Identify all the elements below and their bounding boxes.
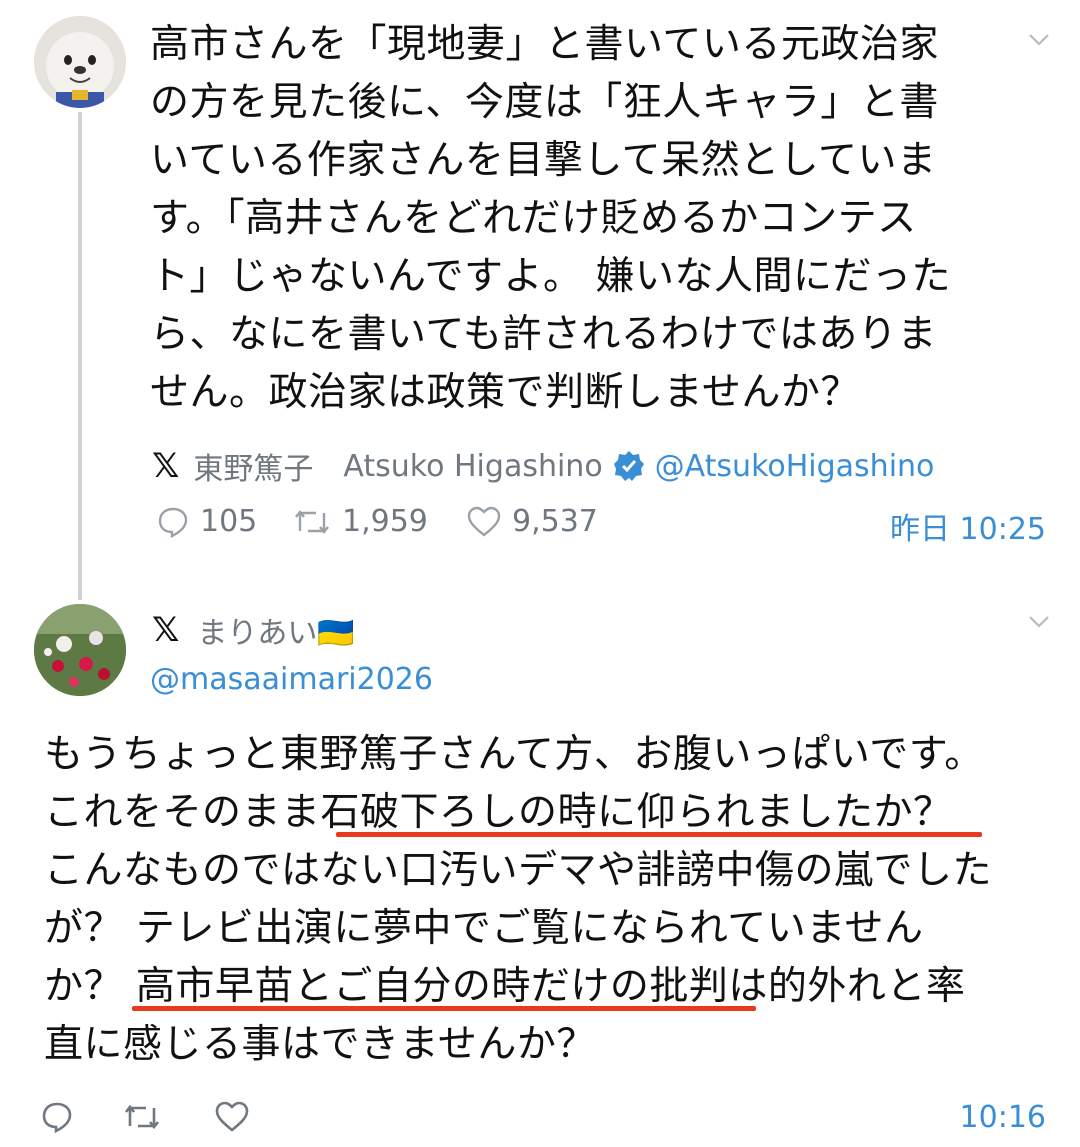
x-logo-icon: 𝕏 [152,610,180,650]
author-handle[interactable]: @masaaimari2026 [150,662,433,697]
timestamp[interactable]: 10:16 [960,1100,1046,1135]
tweet-line: いている作家さんを目撃して呆然としていま [150,138,937,183]
like-icon [467,506,501,537]
embedded-author-line: 𝕏 東野篤子 Atsuko Higashino @AtsukoHigashino [152,444,934,488]
retweet-button[interactable]: 1,959 [292,504,428,539]
reply-author-line: 𝕏 まりあい🇺🇦 [152,608,355,652]
like-button[interactable] [214,1100,260,1134]
tweet-text: もうちょっと東野篤子さんて方、お腹いっぱいです。 これをそのまま石破下ろしの時に… [44,726,992,1074]
reply-button[interactable]: 105 [156,504,257,539]
reply-count: 105 [200,504,258,539]
tweet-line: す。「高井さんをどれだけ貶めるかコンテス [150,196,917,241]
avatar-otter-image [34,16,126,108]
like-count: 9,537 [512,504,598,539]
author-romaji[interactable]: Atsuko Higashino [343,449,602,484]
tweet-line: 直に感じる事はできませんか？ [44,1022,596,1067]
tweet-line: こんなものではない口汚いデマや誹謗中傷の嵐でした [44,848,993,893]
thread-line [78,112,82,600]
timestamp[interactable]: 昨日 10:25 [890,504,1046,548]
verified-badge-icon [613,450,645,482]
tweet-line: 高市さんを「現地妻」と書いている元政治家 [150,22,939,67]
retweet-icon [295,509,329,534]
reply-icon [42,1102,72,1134]
avatar[interactable] [34,16,126,108]
tweet-line: もうちょっと東野篤子さんて方、お腹いっぱいです。 [44,732,984,777]
like-button[interactable]: 9,537 [466,504,598,539]
author-name[interactable]: 東野篤子 [193,444,313,488]
tweet-line: ト」じゃないんですよ。 嫌いな人間にだった [150,254,951,299]
highlight-underline [336,832,982,837]
tweet-line: ら、なにを書いても許されるわけではありま [150,312,937,357]
tweet-line: せん。政治家は政策で判断しませんか？ [150,370,860,415]
avatar-flowers-image [34,604,126,696]
avatar[interactable] [34,604,126,696]
x-logo-icon: 𝕏 [152,446,180,486]
retweet-count: 1,959 [342,504,428,539]
reply-button[interactable] [40,1100,84,1134]
author-handle[interactable]: @AtsukoHigashino [655,449,935,484]
tweet-line: の方を見た後に、今度は「狂人キャラ」と書 [150,80,939,125]
highlight-underline [132,1006,756,1011]
retweet-icon [124,1104,160,1130]
tweet-text: 高市さんを「現地妻」と書いている元政治家 の方を見た後に、今度は「狂人キャラ」と… [150,16,951,422]
retweet-button[interactable] [122,1100,172,1134]
chevron-down-icon[interactable] [1028,32,1050,46]
author-name[interactable]: まりあい🇺🇦 [197,608,354,652]
like-icon [215,1101,249,1132]
chevron-down-icon[interactable] [1028,614,1050,628]
reply-icon [158,507,188,538]
tweet-line: が？ テレビ出演に夢中でご覧になられていません [44,906,924,951]
